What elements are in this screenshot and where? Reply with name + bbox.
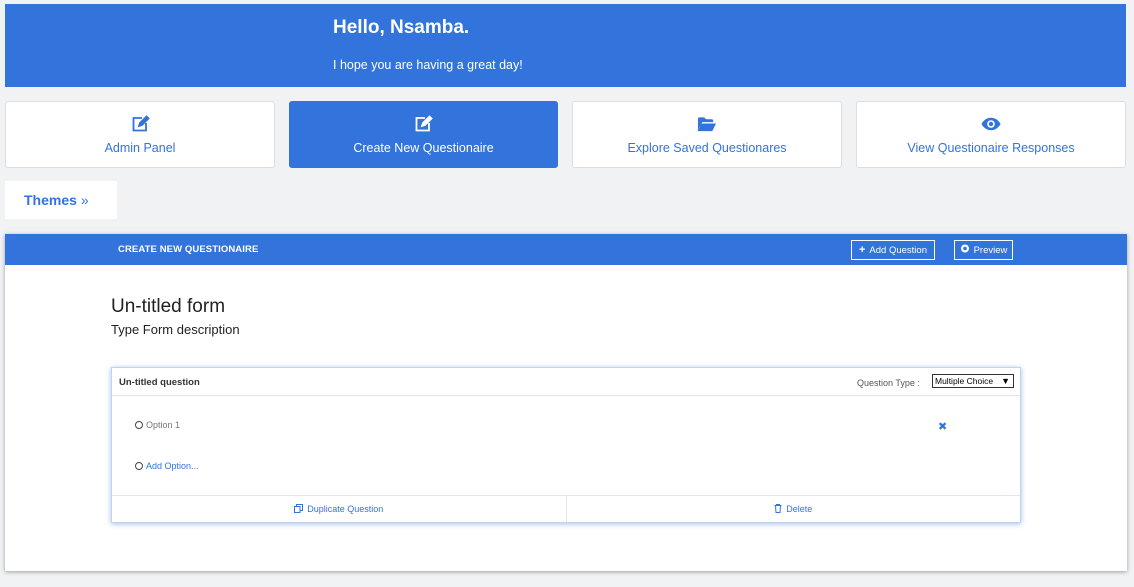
- preview-icon: [960, 244, 970, 256]
- folder-open-icon: [697, 115, 717, 133]
- nav-card-admin-panel[interactable]: Admin Panel: [5, 101, 275, 168]
- greeting-title: Hello, Nsamba.: [333, 17, 470, 38]
- header-banner: Hello, Nsamba. I hope you are having a g…: [5, 4, 1126, 87]
- plus-icon: +: [858, 244, 866, 256]
- trash-icon: [774, 503, 782, 515]
- radio-icon: [135, 421, 143, 429]
- add-question-label: Add Question: [869, 244, 927, 256]
- delete-question-button[interactable]: Delete: [565, 496, 1021, 522]
- themes-label: Themes: [24, 192, 77, 208]
- nav-label-create-questionaire: Create New Questionaire: [353, 140, 494, 155]
- question-type-label: Question Type :: [857, 378, 920, 388]
- question-type-select[interactable]: Multiple Choice ▼: [932, 374, 1014, 388]
- remove-option-icon[interactable]: ✖: [938, 420, 947, 433]
- question-type-value: Multiple Choice: [935, 376, 994, 386]
- preview-button[interactable]: Preview: [954, 240, 1013, 260]
- edit-icon: [414, 115, 434, 133]
- nav-card-create-questionaire[interactable]: Create New Questionaire: [289, 101, 558, 168]
- eye-icon: [981, 115, 1001, 133]
- copy-icon: [294, 503, 304, 515]
- caret-down-icon: ▼: [1001, 376, 1010, 386]
- nav-label-explore-saved: Explore Saved Questionares: [627, 140, 787, 155]
- add-question-button[interactable]: + Add Question: [851, 240, 935, 260]
- duplicate-question-button[interactable]: Duplicate Question: [112, 496, 566, 522]
- nav-card-view-responses[interactable]: View Questionaire Responses: [856, 101, 1126, 168]
- edit-icon: [130, 115, 150, 133]
- nav-label-admin-panel: Admin Panel: [104, 140, 176, 155]
- themes-button[interactable]: Themes »: [5, 181, 117, 219]
- option-label[interactable]: Option 1: [146, 420, 180, 430]
- create-questionaire-panel: CREATE NEW QUESTIONAIRE + Add Question P…: [5, 234, 1127, 571]
- option-row: Option 1: [135, 420, 180, 430]
- form-description[interactable]: Type Form description: [111, 322, 240, 337]
- add-option-link[interactable]: Add Option...: [146, 461, 199, 471]
- double-chevron-right-icon: »: [80, 192, 89, 208]
- panel-title: CREATE NEW QUESTIONAIRE: [118, 244, 259, 255]
- radio-icon: [135, 462, 143, 470]
- greeting-subtitle: I hope you are having a great day!: [333, 58, 523, 72]
- add-option-row: Add Option...: [135, 461, 199, 471]
- question-card: Un-titled question Question Type : Multi…: [111, 367, 1021, 523]
- form-title[interactable]: Un-titled form: [111, 296, 225, 318]
- nav-label-view-responses: View Questionaire Responses: [907, 140, 1075, 155]
- nav-card-explore-saved[interactable]: Explore Saved Questionares: [572, 101, 842, 168]
- panel-header: CREATE NEW QUESTIONAIRE + Add Question P…: [5, 234, 1127, 265]
- preview-label: Preview: [973, 244, 1008, 256]
- delete-label: Delete: [786, 504, 813, 514]
- question-footer: Duplicate Question Delete: [112, 495, 1020, 522]
- question-title[interactable]: Un-titled question: [119, 377, 200, 388]
- duplicate-question-label: Duplicate Question: [307, 504, 384, 514]
- question-header: Un-titled question Question Type : Multi…: [112, 368, 1020, 396]
